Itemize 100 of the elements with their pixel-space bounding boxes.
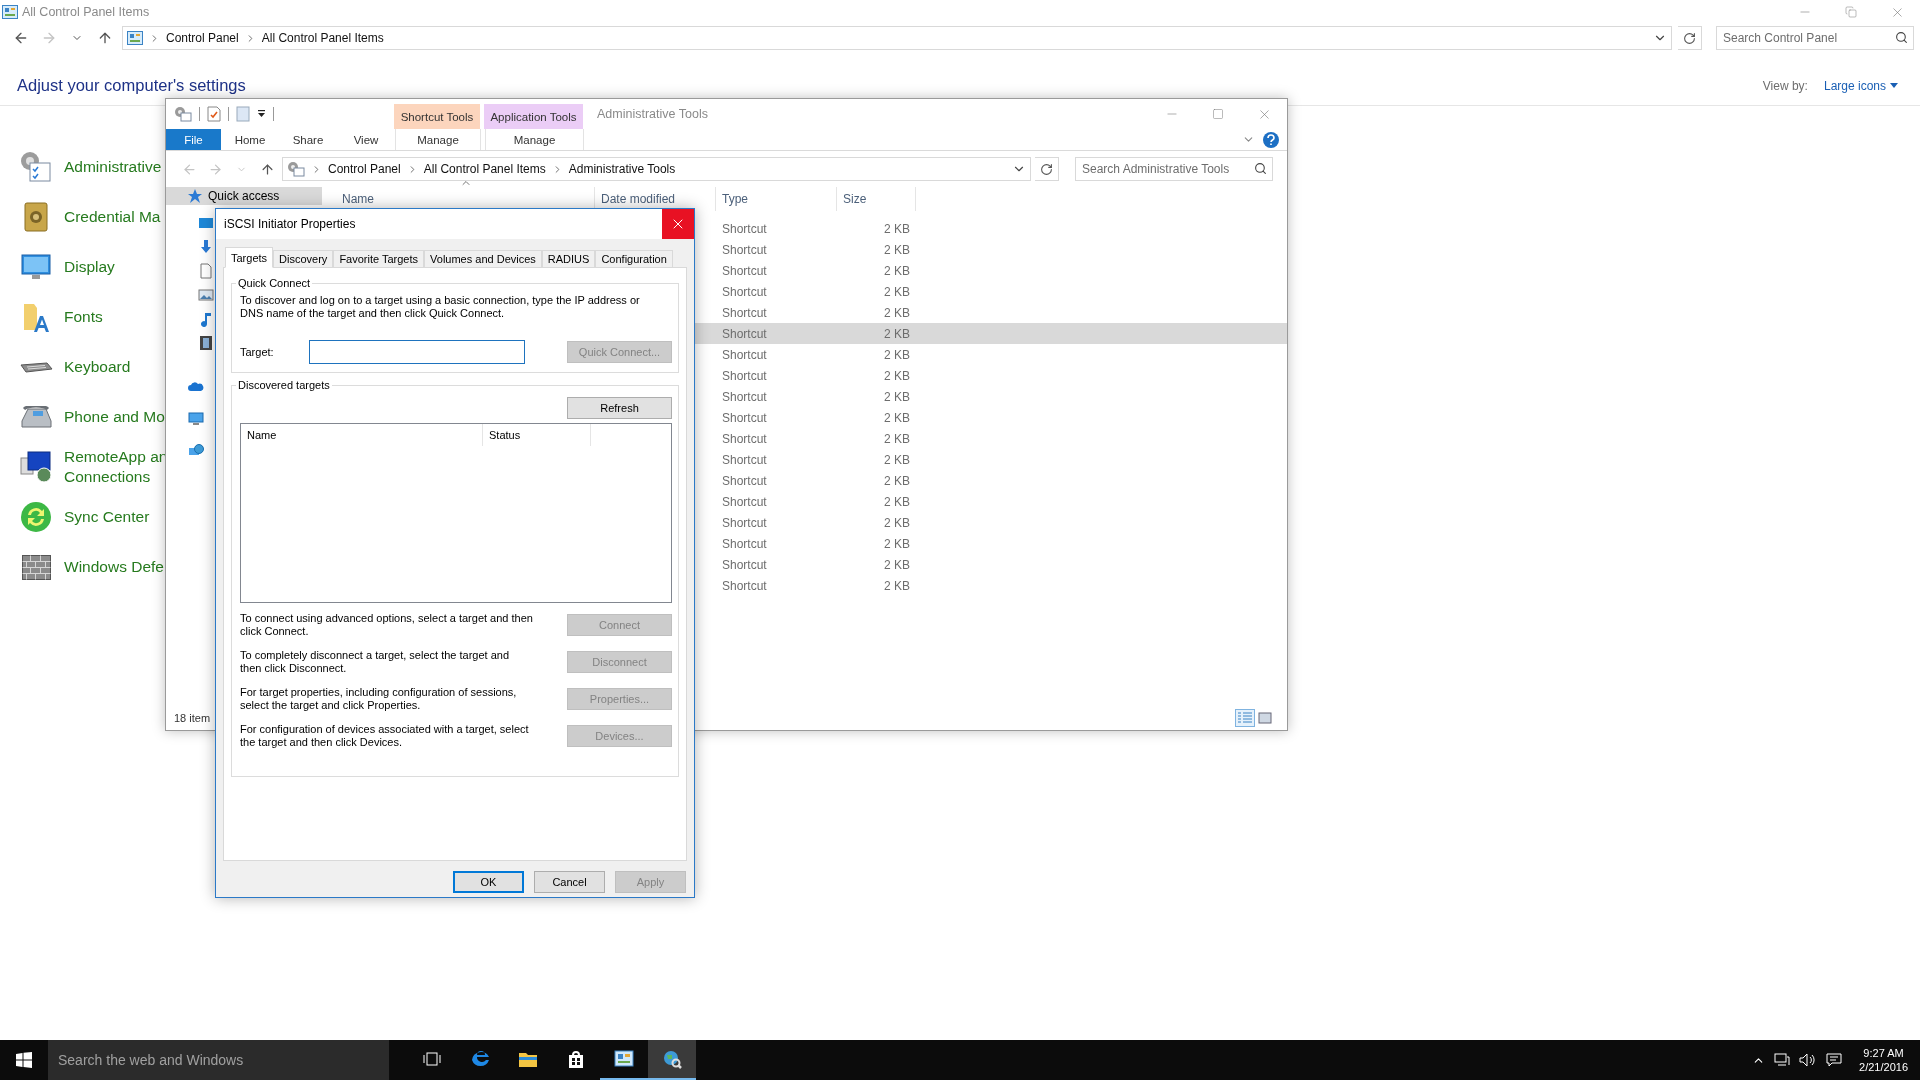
film-icon[interactable] — [198, 335, 214, 351]
search-field[interactable]: Search the web and Windows — [48, 1040, 389, 1080]
instruction-text: To connect using advanced options, select a target and then click Connect. — [240, 611, 533, 638]
list-icon — [1238, 712, 1252, 724]
brick-wall-icon — [21, 554, 51, 580]
type-cell-text: Shortcut — [721, 346, 768, 364]
properties-icon[interactable] — [207, 106, 221, 122]
address-bar[interactable]: Control Panel All Control Panel Items — [122, 26, 1672, 50]
network-icon[interactable] — [1774, 1053, 1791, 1067]
size-cell-text: 2 KB — [883, 304, 911, 322]
refresh-icon — [1683, 31, 1696, 45]
ribbon-tab[interactable]: Manage — [395, 129, 481, 150]
size-cell-text: 2 KB — [883, 577, 911, 595]
font-folder-icon — [23, 302, 49, 332]
address-bar[interactable]: Control Panel All Control Panel Items Administrative Tools — [282, 157, 1031, 181]
control-panel-icon — [2, 5, 18, 19]
type-cell-text: Shortcut — [721, 430, 768, 448]
sync-icon — [21, 502, 51, 532]
refresh-icon — [1040, 162, 1053, 176]
dialog-tab[interactable]: Volumes and Devices — [424, 250, 542, 268]
safe-icon — [24, 202, 48, 232]
refresh-button[interactable]: Refresh — [567, 397, 672, 419]
control-panel-link[interactable]: Windows Defe — [64, 557, 164, 577]
monitor-icon — [21, 254, 51, 280]
large-icons-view-button[interactable] — [1255, 709, 1275, 727]
restore-icon — [1845, 6, 1857, 18]
dialog-tab[interactable]: Discovery — [273, 250, 334, 268]
dialog-title: iSCSI Initiator Properties — [224, 217, 357, 231]
ribbon-tab[interactable]: Share — [279, 129, 337, 150]
volume-icon[interactable] — [1799, 1053, 1818, 1067]
contextual-tab-header: Application Tools — [484, 104, 583, 129]
search-icon — [1254, 162, 1267, 175]
type-cell-text: Shortcut — [721, 262, 768, 280]
control-panel-link[interactable]: Phone and Mo — [64, 407, 165, 427]
maximize-icon — [1212, 108, 1224, 120]
ribbon-tab[interactable]: Manage — [485, 129, 584, 150]
size-cell-text: 2 KB — [883, 451, 911, 469]
desktop-icon[interactable] — [198, 215, 214, 231]
image-icon[interactable] — [198, 287, 214, 303]
column-header[interactable]: Name — [241, 424, 483, 446]
type-cell-text: Shortcut — [721, 325, 768, 343]
file-menu-button[interactable]: File — [166, 129, 221, 150]
dialog-button[interactable]: Cancel — [534, 871, 605, 893]
dialog-tab[interactable]: Targets — [225, 247, 274, 268]
search-field[interactable]: Search Control Panel — [1716, 26, 1914, 50]
dialog-button[interactable]: OK — [453, 871, 524, 893]
taskbar-app-button[interactable] — [648, 1040, 696, 1080]
column-header[interactable]: Size — [837, 187, 916, 211]
caret-icon — [1890, 83, 1898, 88]
search-field[interactable]: Search Administrative Tools — [1075, 157, 1273, 181]
type-cell-text: Shortcut — [721, 220, 768, 238]
targets-list[interactable]: Name Status — [240, 423, 672, 603]
control-panel-icon — [127, 31, 143, 45]
instruction-text: For configuration of devices associated with a target, select the target and then click Devices. — [240, 722, 529, 749]
page-heading: Adjust your computer's settings — [17, 76, 247, 95]
size-cell-text: 2 KB — [883, 241, 911, 259]
size-cell-text: 2 KB — [883, 493, 911, 511]
type-cell-text: Shortcut — [721, 283, 768, 301]
type-cell-text: Shortcut — [721, 367, 768, 385]
control-panel-link[interactable]: Credential Ma — [64, 207, 161, 227]
refresh-button[interactable] — [1678, 26, 1702, 50]
clock[interactable]: 9:27 AM 2/21/2016 — [1859, 1046, 1908, 1074]
dialog-tab[interactable]: Configuration — [595, 250, 673, 268]
remote-desktop-icon — [20, 451, 52, 483]
navigation-item[interactable]: Quick access — [166, 187, 322, 205]
column-header[interactable]: Status — [483, 424, 591, 446]
type-cell-text: Shortcut — [721, 493, 768, 511]
breadcrumb-item[interactable]: All Control Panel Items — [423, 162, 546, 176]
control-panel-link[interactable]: Sync Center — [64, 507, 150, 527]
ribbon-tab[interactable]: View — [337, 129, 395, 150]
dialog-tab[interactable]: Favorite Targets — [333, 250, 425, 268]
ribbon-tab[interactable]: Home — [221, 129, 279, 150]
size-cell-text: 2 KB — [883, 262, 911, 280]
music-note-icon[interactable] — [198, 311, 214, 327]
breadcrumb-item[interactable]: Control Panel — [328, 162, 401, 176]
size-cell-text: 2 KB — [883, 220, 911, 238]
download-icon[interactable] — [198, 239, 214, 255]
customize-dropdown-icon[interactable] — [257, 110, 266, 118]
control-panel-link[interactable]: Display — [64, 257, 115, 277]
target-input-field[interactable] — [309, 340, 525, 364]
document-icon[interactable] — [198, 263, 214, 279]
size-cell-text: 2 KB — [883, 430, 911, 448]
breadcrumb-item[interactable]: Administrative Tools — [568, 162, 676, 176]
refresh-button[interactable] — [1035, 157, 1059, 181]
item-count: 18 item — [174, 712, 212, 724]
breadcrumb-item[interactable]: All Control Panel Items — [261, 31, 384, 45]
column-header[interactable]: Type — [716, 187, 837, 211]
breadcrumb-item[interactable]: Control Panel — [166, 31, 239, 45]
size-cell-text: 2 KB — [883, 514, 911, 532]
control-panel-link[interactable]: Keyboard — [64, 357, 131, 377]
size-cell-text: 2 KB — [883, 556, 911, 574]
computer-icon[interactable] — [188, 411, 204, 427]
dialog-tab[interactable]: RADIUS — [541, 250, 596, 268]
notification-icon[interactable] — [1826, 1053, 1843, 1067]
field-label: Target: — [240, 346, 275, 358]
globe-magnifier-icon — [661, 1048, 683, 1070]
view-by-dropdown[interactable]: Large icons — [1823, 78, 1898, 93]
help-icon[interactable] — [1263, 131, 1279, 148]
control-panel-link[interactable]: Fonts — [64, 307, 103, 327]
control-panel-link[interactable]: Administrative — [64, 157, 162, 177]
